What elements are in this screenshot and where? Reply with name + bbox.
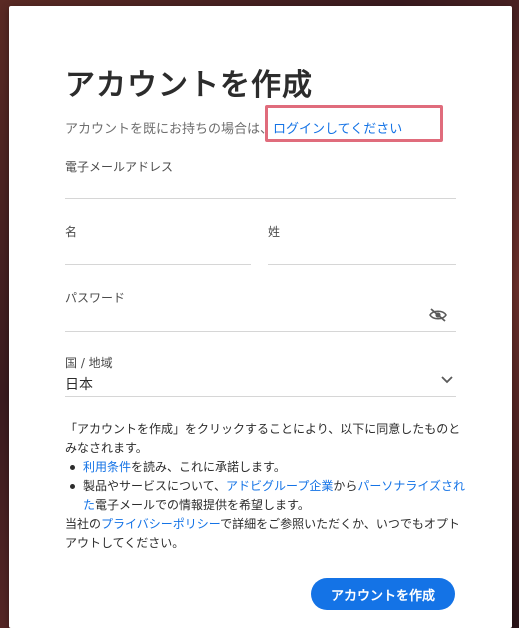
- page-title: アカウントを作成: [65, 68, 313, 103]
- country-select[interactable]: 日本: [65, 374, 93, 394]
- login-prompt-text: アカウントを既にお持ちの場合は、: [65, 122, 274, 137]
- country-select-underline: [65, 396, 456, 397]
- password-field[interactable]: [65, 305, 456, 332]
- first-name-field[interactable]: [65, 238, 251, 265]
- create-account-button[interactable]: アカウントを作成: [311, 578, 455, 610]
- email-field[interactable]: [65, 172, 456, 199]
- highlight-box: [265, 105, 443, 142]
- legal-text: 「アカウントを作成」をクリックすることにより、以下に同意したものとみなされます。…: [65, 420, 465, 553]
- country-label: 国 / 地域: [65, 356, 113, 370]
- last-name-field[interactable]: [268, 238, 456, 265]
- adobe-group-link[interactable]: アドビグループ企業: [226, 479, 333, 493]
- legal-bullet-terms: 利用条件を読み、これに承諾します。: [65, 458, 465, 477]
- chevron-down-icon[interactable]: [440, 375, 454, 385]
- marketing-text-post: 電子メールでの情報提供を希望します。: [95, 498, 310, 512]
- terms-link[interactable]: 利用条件: [83, 460, 131, 474]
- privacy-text-pre: 当社の: [65, 517, 102, 531]
- privacy-policy-link[interactable]: プライバシーポリシー: [101, 517, 220, 531]
- legal-bullet-marketing: 製品やサービスについて、アドビグループ企業からパーソナライズされた電子メールでの…: [65, 477, 465, 515]
- eye-slash-icon[interactable]: [429, 308, 447, 322]
- marketing-text-pre: 製品やサービスについて、: [83, 479, 227, 493]
- terms-text: を読み、これに承諾します。: [131, 460, 286, 474]
- signup-card: アカウントを作成 アカウントを既にお持ちの場合は、ログインしてください 電子メー…: [9, 6, 512, 628]
- password-label: パスワード: [65, 291, 126, 305]
- marketing-text-mid: から: [333, 479, 358, 493]
- legal-intro: 「アカウントを作成」をクリックすることにより、以下に同意したものとみなされます。: [65, 422, 461, 455]
- privacy-line: 当社のプライバシーポリシーで詳細をご参照いただくか、いつでもオプトアウトしてくだ…: [65, 515, 465, 553]
